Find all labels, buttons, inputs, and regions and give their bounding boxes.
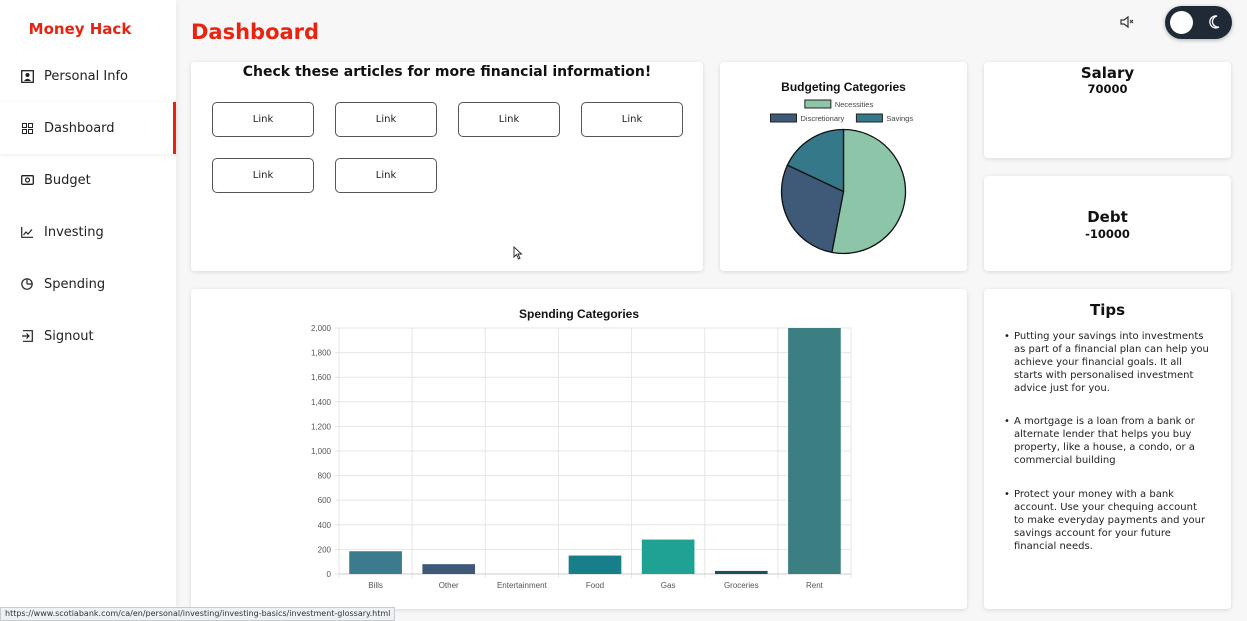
sidebar-item-signout[interactable]: Signout — [0, 310, 176, 362]
speaker-icon[interactable] — [1119, 14, 1135, 30]
tip-item: • A mortgage is a loan from a bank or alt… — [1004, 416, 1195, 466]
spending-card: Spending Categories 0 200 400 600 800 1,000 1,2… — [191, 289, 967, 609]
article-link-button[interactable]: Link — [212, 158, 314, 193]
x-tick-label: Entertainment — [497, 581, 548, 590]
x-tick-label: Other — [439, 581, 459, 590]
y-tick-label: 1,600 — [311, 373, 332, 382]
debt-card: Debt -10000 — [984, 176, 1231, 271]
sidebar-item-spending[interactable]: Spending — [0, 258, 176, 310]
y-tick-label: 400 — [318, 521, 332, 530]
legend-swatch — [770, 113, 797, 123]
line-chart-icon — [20, 225, 34, 239]
sidebar-item-label: Signout — [44, 328, 94, 344]
articles-title: Check these articles for more financial … — [242, 64, 652, 80]
legend-swatch — [855, 113, 883, 123]
legend-label: Savings — [886, 114, 913, 123]
tip-item: • Protect your money with a bank account.… — [1004, 489, 1206, 552]
y-tick-label: 200 — [318, 545, 332, 554]
debt-label: Debt — [1087, 208, 1128, 226]
salary-card: Salary 70000 — [984, 62, 1231, 158]
tips-title: Tips — [1089, 301, 1126, 319]
x-tick-label: Gas — [661, 581, 676, 590]
article-link-button[interactable]: Link — [212, 102, 314, 137]
sidebar-item-personal-info[interactable]: Personal Info — [0, 50, 176, 102]
tips-card: Tips • Putting your savings into investme… — [984, 289, 1231, 609]
x-tick-label: Bills — [368, 581, 383, 590]
y-tick-label: 600 — [318, 496, 332, 505]
chart-title: Spending Categories — [519, 307, 639, 321]
sidebar-item-label: Spending — [44, 276, 106, 292]
legend-swatch — [804, 99, 832, 109]
budgeting-card: Budgeting Categories Necessities Discretio… — [720, 62, 967, 271]
sidebar-item-dashboard[interactable]: Dashboard — [0, 102, 176, 154]
sidebar-item-label: Investing — [44, 224, 104, 240]
article-link-button[interactable]: Link — [335, 102, 437, 137]
bar-food — [568, 555, 622, 574]
legend-label: Discretionary — [801, 114, 845, 123]
salary-value: 70000 — [1087, 82, 1128, 96]
y-tick-label: 1,400 — [311, 398, 332, 407]
money-icon — [20, 173, 34, 187]
article-link-button[interactable]: Link — [458, 102, 560, 137]
tip-text: Putting your savings into investments as… — [1014, 331, 1209, 394]
articles-card: Check these articles for more financial … — [191, 62, 703, 271]
moon-icon — [1207, 14, 1223, 30]
sidebar-item-label: Budget — [44, 172, 91, 188]
page-title: Dashboard — [191, 20, 320, 44]
article-link-button[interactable]: Link — [335, 158, 437, 193]
status-url: https://www.scotiabank.com/ca/en/persona… — [0, 607, 396, 621]
bar-groceries — [714, 570, 768, 574]
salary-label: Salary — [1080, 64, 1135, 82]
grid-icon — [20, 121, 34, 135]
y-tick-label: 1,200 — [311, 422, 332, 431]
sidebar-item-investing[interactable]: Investing — [0, 206, 176, 258]
theme-toggle[interactable] — [1165, 6, 1232, 39]
bar-bills — [349, 551, 402, 574]
pie-chart-icon — [20, 277, 34, 291]
tip-item: • Putting your savings into investments a… — [1004, 331, 1209, 394]
tip-text: A mortgage is a loan from a bank or alte… — [1014, 416, 1195, 466]
budgeting-pie-chart: Budgeting Categories Necessities Discretio… — [770, 80, 913, 255]
debt-value: -10000 — [1085, 227, 1130, 241]
mouse-cursor-icon — [513, 246, 523, 260]
bar-rent — [788, 328, 841, 574]
sidebar-item-budget[interactable]: Budget — [0, 154, 176, 206]
sidebar: Money Hack Personal Info Dashboard Budge… — [0, 0, 176, 621]
tip-text: Protect your money with a bank account. … — [1014, 489, 1206, 552]
bar-gas — [641, 539, 695, 574]
x-tick-label: Food — [586, 581, 604, 590]
y-tick-label: 1,800 — [311, 349, 332, 358]
sidebar-item-label: Dashboard — [44, 120, 115, 136]
x-tick-label: Groceries — [724, 581, 759, 590]
y-tick-label: 800 — [318, 472, 332, 481]
y-tick-label: 0 — [327, 570, 332, 579]
toggle-knob — [1170, 11, 1193, 34]
sidebar-item-label: Personal Info — [44, 68, 128, 84]
spending-bar-chart: Spending Categories 0 200 400 600 800 1,000 1,2… — [311, 307, 852, 590]
y-tick-label: 2,000 — [311, 324, 332, 333]
person-card-icon — [20, 69, 34, 83]
chart-title: Budgeting Categories — [781, 80, 906, 94]
article-link-button[interactable]: Link — [581, 102, 683, 137]
bar-other — [422, 564, 476, 574]
y-tick-label: 1,000 — [311, 447, 332, 456]
brand-logo[interactable]: Money Hack — [0, 20, 160, 38]
legend-label: Necessities — [835, 100, 874, 109]
signout-icon — [20, 329, 34, 343]
x-tick-label: Rent — [806, 581, 824, 590]
